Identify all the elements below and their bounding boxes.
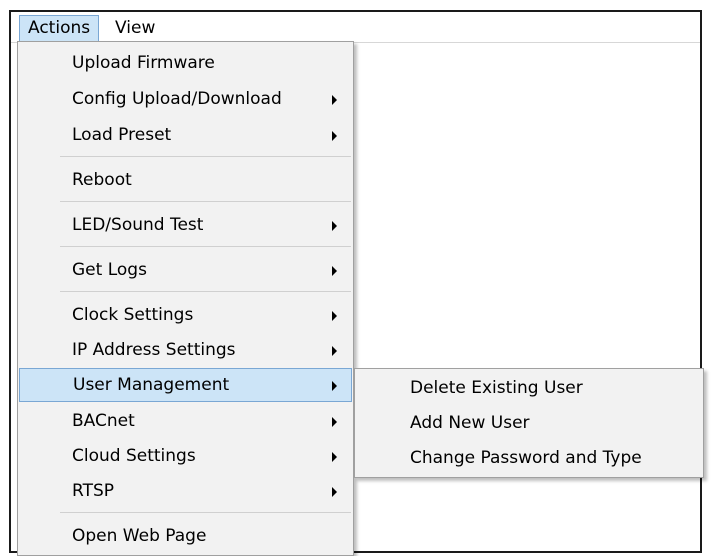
actions-menu: Upload Firmware Config Upload/Download L…	[17, 41, 354, 556]
submenu-arrow-icon	[332, 381, 337, 391]
menu-item-label: LED/Sound Test	[72, 215, 204, 235]
menu-item-label: Config Upload/Download	[72, 89, 282, 109]
submenu-item-label: Change Password and Type	[410, 448, 642, 468]
menu-item-cloud-settings[interactable]: Cloud Settings	[20, 439, 351, 473]
menu-item-ip-address-settings[interactable]: IP Address Settings	[20, 333, 351, 367]
menu-item-upload-firmware[interactable]: Upload Firmware	[20, 46, 351, 80]
submenu-arrow-icon	[332, 346, 337, 356]
submenu-item-label: Add New User	[410, 413, 530, 433]
menu-item-load-preset[interactable]: Load Preset	[20, 118, 351, 152]
user-management-submenu: Delete Existing User Add New User Change…	[354, 368, 704, 478]
menu-separator	[60, 291, 351, 292]
menu-item-label: Upload Firmware	[72, 53, 215, 73]
menu-item-label: Reboot	[72, 170, 132, 190]
menu-item-reboot[interactable]: Reboot	[20, 163, 351, 197]
submenu-item-change-password-and-type[interactable]: Change Password and Type	[357, 441, 701, 475]
menu-item-config-upload-download[interactable]: Config Upload/Download	[20, 82, 351, 116]
menu-separator	[60, 156, 351, 157]
submenu-arrow-icon	[332, 487, 337, 497]
menu-item-rtsp[interactable]: RTSP	[20, 474, 351, 508]
submenu-item-delete-existing-user[interactable]: Delete Existing User	[357, 371, 701, 405]
menu-bar: Actions View	[11, 12, 700, 43]
menu-separator	[60, 201, 351, 202]
menu-item-label: BACnet	[72, 411, 135, 431]
menu-item-label: Cloud Settings	[72, 446, 196, 466]
menu-item-label: Load Preset	[72, 125, 172, 145]
menu-item-label: Clock Settings	[72, 305, 194, 325]
submenu-arrow-icon	[332, 95, 337, 105]
menu-actions[interactable]: Actions	[19, 15, 100, 41]
menu-item-clock-settings[interactable]: Clock Settings	[20, 298, 351, 332]
submenu-arrow-icon	[332, 452, 337, 462]
submenu-arrow-icon	[332, 417, 337, 427]
menu-separator	[60, 512, 351, 513]
menu-item-user-management[interactable]: User Management	[19, 368, 352, 402]
menu-item-open-web-page[interactable]: Open Web Page	[20, 519, 351, 553]
submenu-arrow-icon	[332, 221, 337, 231]
submenu-arrow-icon	[332, 266, 337, 276]
menu-item-label: User Management	[73, 375, 230, 395]
submenu-item-label: Delete Existing User	[410, 378, 583, 398]
menu-item-bacnet[interactable]: BACnet	[20, 404, 351, 438]
menu-item-label: Get Logs	[72, 260, 147, 280]
menu-item-label: IP Address Settings	[72, 340, 236, 360]
menu-item-label: RTSP	[72, 481, 115, 501]
submenu-arrow-icon	[332, 311, 337, 321]
menu-item-label: Open Web Page	[72, 526, 207, 546]
submenu-arrow-icon	[332, 131, 337, 141]
menu-separator	[60, 246, 351, 247]
submenu-item-add-new-user[interactable]: Add New User	[357, 406, 701, 440]
menu-item-led-sound-test[interactable]: LED/Sound Test	[20, 208, 351, 242]
menu-item-get-logs[interactable]: Get Logs	[20, 253, 351, 287]
menu-view[interactable]: View	[107, 15, 163, 41]
